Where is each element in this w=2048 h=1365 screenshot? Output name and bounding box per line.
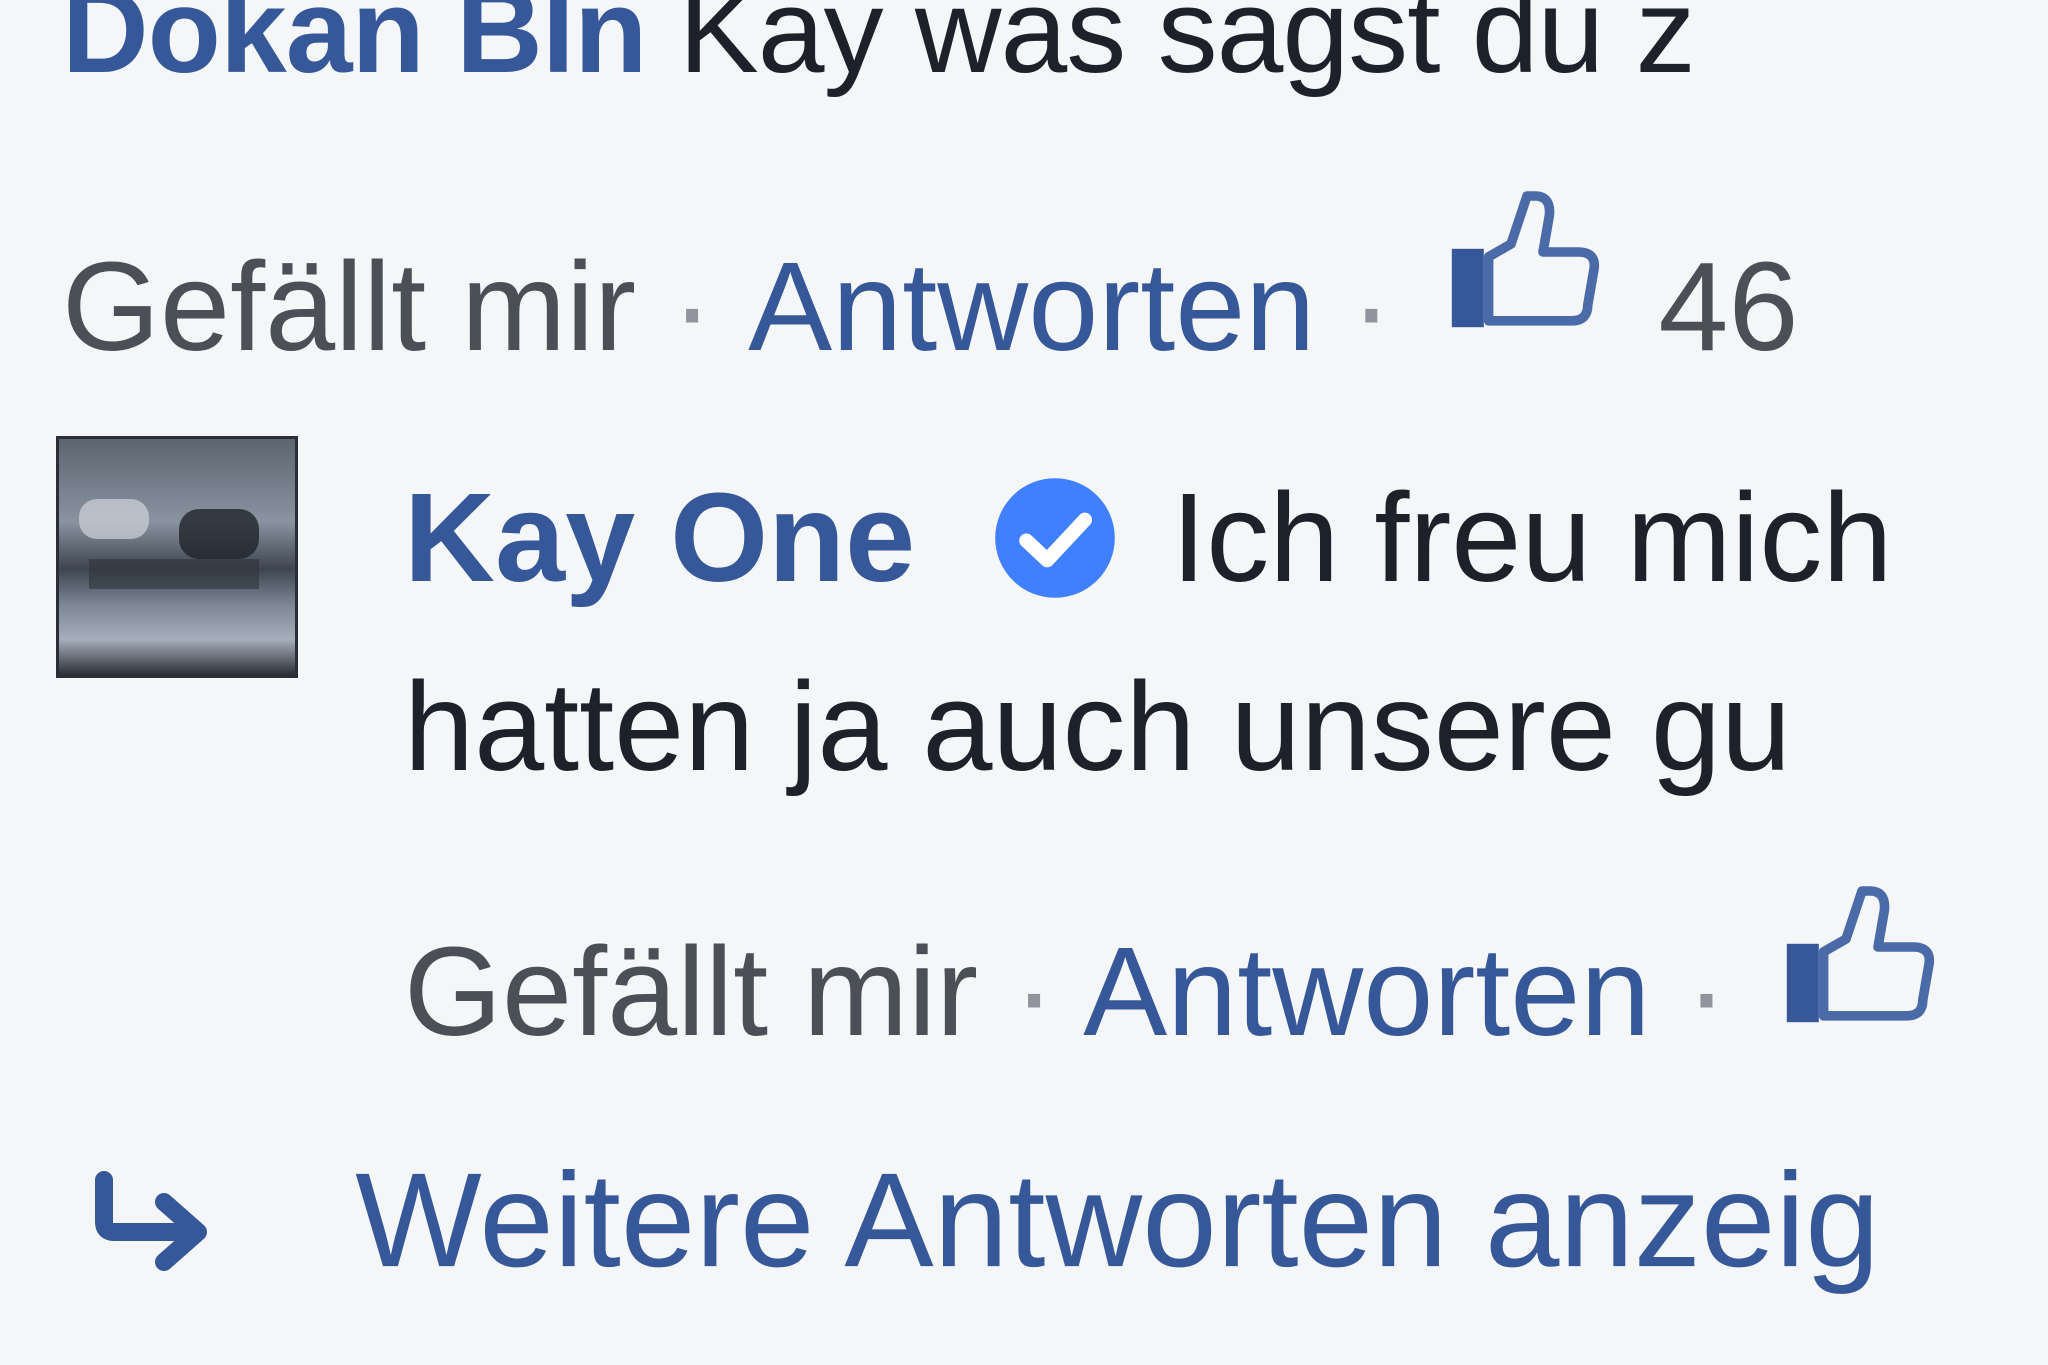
reply-arrow-icon (95, 1170, 207, 1271)
comment-text-line: Dokan Bln Kay was sagst du z (62, 0, 1696, 100)
like-button[interactable]: Gefällt mir (62, 236, 636, 377)
avatar[interactable] (56, 436, 298, 678)
comment-actions: Gefällt mir · Antworten · 46 (62, 180, 1799, 379)
verified-badge-icon (995, 477, 1116, 598)
reply-text: Ich freu mich (1171, 467, 1893, 609)
separator: · (671, 236, 714, 378)
more-replies-label[interactable]: Weitere Antworten anzeig (355, 1146, 1880, 1295)
reply-button[interactable]: Antworten (748, 236, 1315, 377)
more-replies-link[interactable]: Weitere Antworten anzeig (86, 1134, 1880, 1297)
separator: · (1685, 921, 1728, 1062)
thumbs-up-icon[interactable] (1447, 180, 1607, 340)
reply-text-line: Kay One Ich freu mich (404, 455, 1892, 610)
comment-author-link[interactable]: Dokan Bln (62, 0, 647, 98)
reply-author-link[interactable]: Kay One (404, 467, 915, 608)
reply-text-continued: hatten ja auch unsere gu (404, 656, 1792, 797)
like-button[interactable]: Gefällt mir (404, 921, 978, 1062)
thumbs-up-icon[interactable] (1782, 875, 1942, 1035)
comment-text: Kay was sagst du z (678, 0, 1696, 98)
separator: · (1350, 236, 1393, 378)
reply-actions: Gefällt mir · Antworten · (404, 875, 1958, 1064)
separator: · (1013, 921, 1056, 1062)
like-count[interactable]: 46 (1658, 236, 1798, 377)
reply-button[interactable]: Antworten (1083, 921, 1650, 1062)
